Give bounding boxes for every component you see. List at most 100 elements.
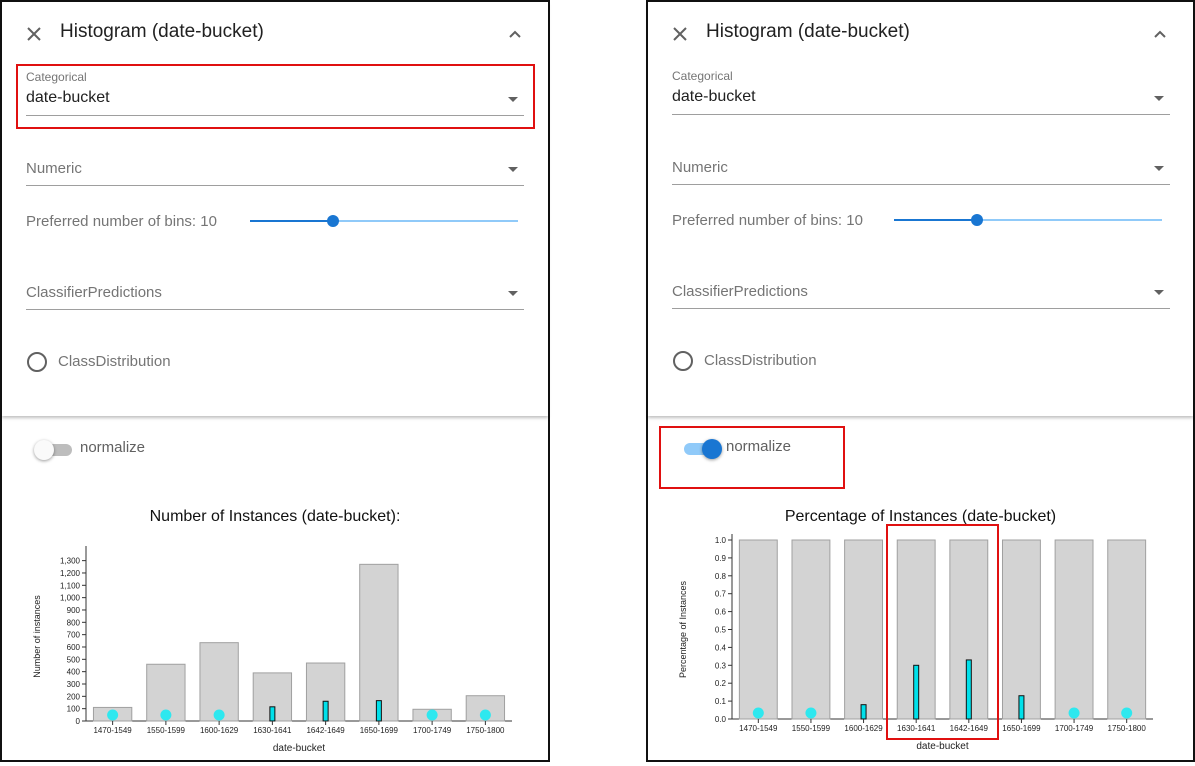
dropdown-caret-icon (1154, 290, 1164, 295)
x-tick-label: 1470-1549 (93, 726, 132, 735)
categorical-select[interactable]: Categorical date-bucket (672, 69, 1170, 115)
y-tick-label: 900 (67, 606, 81, 615)
histogram-panel-left: Histogram (date-bucket) Categorical date… (0, 0, 550, 762)
bins-slider-thumb[interactable] (971, 214, 983, 226)
subset-dot (107, 709, 119, 721)
close-icon[interactable] (24, 24, 44, 44)
subset-dot (160, 709, 172, 721)
subset-dot (1121, 707, 1133, 719)
bins-slider-track[interactable] (977, 219, 1162, 221)
y-tick-label: 0.5 (715, 626, 727, 635)
normalize-toggle[interactable] (34, 438, 78, 460)
histogram-panel-right: Histogram (date-bucket) Categorical date… (646, 0, 1195, 762)
x-tick-label: 1700-1749 (1055, 724, 1094, 733)
x-tick-label: 1550-1599 (147, 726, 186, 735)
bar (738, 539, 778, 720)
y-tick-label: 0.1 (715, 697, 727, 706)
panel-header: Histogram (date-bucket) (670, 20, 1171, 48)
subset-bar (269, 706, 276, 722)
dropdown-caret-icon (1154, 96, 1164, 101)
highlight-box (16, 64, 535, 129)
subset-dot (1068, 707, 1080, 719)
numeric-placeholder: Numeric (26, 160, 82, 177)
x-tick-label: 1600-1629 (844, 724, 883, 733)
y-tick-label: 0.9 (715, 554, 727, 563)
x-tick-label: 1750-1800 (1108, 724, 1147, 733)
class-distribution-radio[interactable] (673, 351, 693, 371)
y-tick-label: 100 (67, 705, 81, 714)
subset-dot (213, 709, 225, 721)
dropdown-caret-icon (1154, 166, 1164, 171)
y-tick-label: 0 (76, 717, 81, 726)
panel-title: Histogram (date-bucket) (60, 21, 264, 42)
categorical-label: Categorical (672, 69, 733, 83)
bar (844, 539, 884, 720)
y-tick-label: 600 (67, 643, 81, 652)
toggle-knob (34, 440, 54, 460)
numeric-select[interactable]: Numeric (26, 150, 524, 186)
histogram-chart-count: 0 100 200 300 400 500 600 700 800 900 1,000 1,100 1,… (32, 546, 512, 754)
y-tick-label: 0.0 (715, 715, 727, 724)
y-tick-label: 0.6 (715, 608, 727, 617)
x-tick-label: 1650-1699 (1002, 724, 1041, 733)
x-tick-label: 1642-1649 (306, 726, 345, 735)
bar (199, 642, 239, 722)
class-distribution-radio[interactable] (27, 352, 47, 372)
numeric-select[interactable]: Numeric (672, 149, 1170, 185)
y-tick-label: 1,300 (60, 557, 81, 566)
settings-card: Histogram (date-bucket) Categorical date… (648, 2, 1193, 416)
categorical-value: date-bucket (672, 88, 756, 105)
highlight-box (886, 524, 999, 740)
normalize-label: normalize (80, 439, 146, 456)
classifier-placeholder: ClassifierPredictions (672, 283, 808, 300)
x-tick-label: 1700-1749 (413, 726, 452, 735)
subset-dot (752, 707, 764, 719)
y-axis-label: Number of instances (32, 595, 42, 678)
y-tick-label: 800 (67, 618, 81, 627)
y-tick-label: 1,100 (60, 581, 81, 590)
y-tick-label: 0.3 (715, 661, 727, 670)
chevron-up-icon[interactable] (508, 27, 522, 41)
dropdown-caret-icon (508, 291, 518, 296)
bins-slider-thumb[interactable] (327, 215, 339, 227)
x-tick-label: 1470-1549 (739, 724, 778, 733)
classifier-select[interactable]: ClassifierPredictions (672, 274, 1170, 309)
numeric-placeholder: Numeric (672, 159, 728, 176)
bins-slider-active-track[interactable] (894, 219, 977, 221)
panel-header: Histogram (date-bucket) (24, 20, 526, 48)
highlight-box (659, 426, 845, 489)
subset-dot (479, 709, 491, 721)
bins-label: Preferred number of bins: 10 (672, 212, 863, 229)
subset-dot (426, 709, 438, 721)
y-tick-label: 0.4 (715, 643, 727, 652)
bins-slider-active-track[interactable] (250, 220, 333, 222)
y-tick-label: 700 (67, 631, 81, 640)
subset-bar (375, 700, 382, 722)
x-tick-label: 1650-1699 (360, 726, 399, 735)
classifier-placeholder: ClassifierPredictions (26, 284, 162, 301)
class-distribution-label: ClassDistribution (704, 352, 817, 369)
y-axis-label: Percentage of Instances (678, 580, 688, 678)
subset-dot (805, 707, 817, 719)
y-tick-label: 1,000 (60, 594, 81, 603)
bar (1001, 539, 1041, 720)
classifier-select[interactable]: ClassifierPredictions (26, 275, 524, 310)
x-tick-label: 1550-1599 (792, 724, 831, 733)
bins-slider-track[interactable] (333, 220, 518, 222)
y-tick-label: 0.7 (715, 590, 727, 599)
x-axis-label: date-bucket (273, 743, 325, 754)
bar (359, 563, 399, 722)
subset-bar (322, 700, 329, 722)
subset-bar (860, 704, 867, 720)
close-icon[interactable] (670, 24, 690, 44)
y-tick-label: 300 (67, 680, 81, 689)
bar (1054, 539, 1094, 720)
bins-label: Preferred number of bins: 10 (26, 213, 217, 230)
chevron-up-icon[interactable] (1153, 27, 1167, 41)
y-tick-label: 1.0 (715, 536, 727, 545)
x-tick-label: 1630-1641 (253, 726, 292, 735)
x-axis-label: date-bucket (916, 741, 968, 752)
dropdown-caret-icon (508, 167, 518, 172)
bar (791, 539, 831, 720)
y-tick-label: 1,200 (60, 569, 81, 578)
